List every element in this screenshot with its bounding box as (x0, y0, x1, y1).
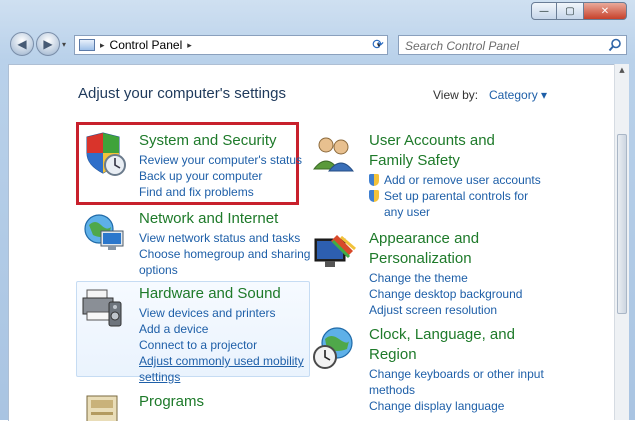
review-status-link[interactable]: Review your computer's status (139, 152, 302, 168)
window-controls: — ▢ ✕ (531, 2, 627, 20)
recent-pages-chevron-icon[interactable]: ▾ (62, 40, 66, 49)
search-icon[interactable] (608, 38, 622, 52)
view-by-dropdown[interactable]: Category ▾ (489, 88, 547, 102)
content-pane: Adjust your computer's settings View by:… (8, 64, 614, 421)
category-title[interactable]: Appearance and (369, 229, 479, 249)
parental-controls-link-cont[interactable]: any user (369, 204, 541, 220)
category-title-line2[interactable]: Family Safety (369, 151, 460, 171)
maximize-button[interactable]: ▢ (557, 2, 583, 20)
desktop-background-link[interactable]: Change desktop background (369, 286, 522, 302)
breadcrumb-separator-icon[interactable]: ▸ (100, 40, 105, 51)
add-device-link[interactable]: Add a device (139, 321, 304, 337)
back-button[interactable]: ◀ (10, 32, 34, 56)
vertical-scrollbar[interactable]: ▲ (614, 64, 629, 420)
control-panel-icon (79, 39, 95, 51)
view-by-label: View by: (433, 88, 479, 102)
add-remove-accounts-link[interactable]: Add or remove user accounts (369, 172, 541, 188)
mobility-settings-link-cont[interactable]: settings (139, 369, 304, 385)
change-keyboards-link-cont[interactable]: methods (369, 382, 544, 398)
find-fix-problems-link[interactable]: Find and fix problems (139, 184, 302, 200)
category-title[interactable]: Network and Internet (139, 209, 278, 229)
user-accounts-icon (312, 137, 355, 172)
category-title-line2[interactable]: Personalization (369, 249, 472, 269)
system-security-icon (86, 132, 126, 176)
homegroup-link[interactable]: Choose homegroup and sharing (139, 246, 310, 262)
close-button[interactable]: ✕ (583, 2, 627, 20)
breadcrumb-separator-icon[interactable]: ▸ (187, 40, 192, 51)
category-title-line2[interactable]: Region (369, 345, 417, 365)
category-title[interactable]: System and Security (139, 131, 277, 151)
mobility-settings-link[interactable]: Adjust commonly used mobility (139, 353, 304, 369)
refresh-icon: ⟳ (372, 37, 384, 53)
display-language-link[interactable]: Change display language (369, 398, 544, 414)
category-links: View devices and printers Add a device C… (139, 305, 304, 385)
category-title[interactable]: Clock, Language, and (369, 325, 515, 345)
devices-printers-link[interactable]: View devices and printers (139, 305, 304, 321)
category-title[interactable]: Programs (139, 392, 204, 412)
scroll-up-icon[interactable]: ▲ (617, 66, 627, 74)
scroll-thumb[interactable] (617, 134, 627, 314)
network-internet-icon (84, 214, 124, 250)
address-bar[interactable]: ▸ Control Panel ▸ ▾ (74, 35, 388, 55)
category-links: Change keyboards or other input methods … (369, 366, 544, 414)
refresh-button[interactable]: ⟳ (366, 35, 390, 55)
clock-language-icon (313, 327, 353, 369)
category-links: Review your computer's status Back up yo… (139, 152, 302, 200)
search-input[interactable] (403, 37, 607, 55)
category-links: Add or remove user accounts Set up paren… (369, 172, 541, 220)
change-keyboards-link[interactable]: Change keyboards or other input (369, 366, 544, 382)
category-links: Change the theme Change desktop backgrou… (369, 270, 522, 318)
search-box[interactable] (398, 35, 627, 55)
category-title[interactable]: User Accounts and (369, 131, 495, 151)
parental-controls-link[interactable]: Set up parental controls for (369, 188, 541, 204)
change-theme-link[interactable]: Change the theme (369, 270, 522, 286)
programs-icon (86, 395, 118, 421)
network-status-link[interactable]: View network status and tasks (139, 230, 310, 246)
breadcrumb-control-panel[interactable]: Control Panel (110, 38, 183, 52)
appearance-icon (314, 235, 356, 267)
category-links: View network status and tasks Choose hom… (139, 230, 310, 278)
hardware-sound-icon (82, 289, 122, 327)
backup-link[interactable]: Back up your computer (139, 168, 302, 184)
screen-resolution-link[interactable]: Adjust screen resolution (369, 302, 522, 318)
category-title[interactable]: Hardware and Sound (139, 284, 281, 304)
homegroup-link-cont[interactable]: options (139, 262, 310, 278)
navigation-bar: ◀ ▶ ▾ ▸ Control Panel ▸ ▾ ⟳ (0, 30, 635, 62)
title-bar: — ▢ ✕ (0, 0, 635, 30)
page-heading: Adjust your computer's settings (78, 85, 286, 102)
minimize-button[interactable]: — (531, 2, 557, 20)
projector-link[interactable]: Connect to a projector (139, 337, 304, 353)
forward-button[interactable]: ▶ (36, 32, 60, 56)
